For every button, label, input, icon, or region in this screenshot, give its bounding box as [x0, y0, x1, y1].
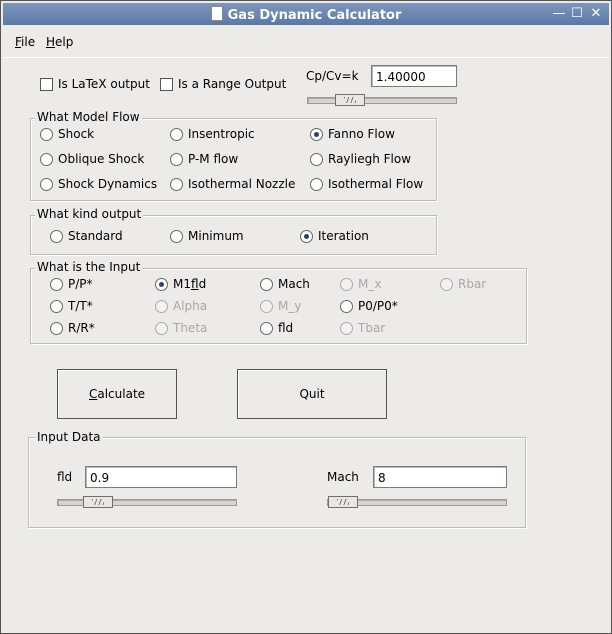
- radio-theta[interactable]: [155, 322, 168, 335]
- label-rayliegh-flow: Rayliegh Flow: [328, 152, 412, 166]
- label-pm-flow: P-M flow: [188, 152, 239, 166]
- radio-minimum[interactable]: [170, 230, 183, 243]
- radio-pm-flow[interactable]: [170, 153, 183, 166]
- label-iteration: Iteration: [318, 229, 369, 243]
- window-title-text: Gas Dynamic Calculator: [227, 8, 402, 23]
- menu-file[interactable]: File: [15, 35, 35, 49]
- quit-button[interactable]: Quit: [237, 369, 387, 419]
- label-insentropic: Insentropic: [188, 127, 255, 141]
- radio-tbar[interactable]: [340, 322, 353, 335]
- cpcv-slider-track[interactable]: [307, 97, 457, 104]
- output-kind-title: What kind output: [35, 207, 144, 221]
- model-flow-title: What Model Flow: [35, 110, 142, 124]
- radio-rbar[interactable]: [440, 278, 453, 291]
- label-theta: Theta: [173, 321, 208, 335]
- radio-mach[interactable]: [260, 278, 273, 291]
- label-r-rstar: R/R*: [68, 321, 95, 335]
- close-icon[interactable]: ✕: [588, 6, 604, 22]
- radio-isothermal-nozzle[interactable]: [170, 178, 183, 191]
- label-p-pstar: P/P*: [68, 277, 93, 291]
- label-shock: Shock: [58, 127, 95, 141]
- cpcv-label: Cp/Cv=k: [306, 69, 359, 83]
- radio-m1fld[interactable]: [155, 278, 168, 291]
- fld-slider-thumb[interactable]: [83, 496, 113, 508]
- radio-p-pstar[interactable]: [50, 278, 63, 291]
- radio-t-tstar[interactable]: [50, 300, 63, 313]
- mach-label: Mach: [327, 470, 359, 484]
- calculate-button[interactable]: Calculate: [57, 369, 177, 419]
- label-minimum: Minimum: [188, 229, 244, 243]
- radio-p0-p0star[interactable]: [340, 300, 353, 313]
- cpcv-slider-thumb[interactable]: [335, 94, 365, 106]
- label-isothermal-flow: Isothermal Flow: [328, 177, 424, 191]
- radio-shock-dynamics[interactable]: [40, 178, 53, 191]
- label-tbar: Tbar: [358, 321, 386, 335]
- label-rbar: Rbar: [458, 277, 487, 291]
- radio-m-y[interactable]: [260, 300, 273, 313]
- label-isothermal-nozzle: Isothermal Nozzle: [188, 177, 296, 191]
- radio-m-x[interactable]: [340, 278, 353, 291]
- radio-alpha[interactable]: [155, 300, 168, 313]
- label-t-tstar: T/T*: [68, 299, 93, 313]
- menu-help-label: elp: [55, 35, 74, 49]
- label-fld: fld: [278, 321, 294, 335]
- label-m-x: M_x: [358, 277, 382, 291]
- mach-input[interactable]: 8: [373, 466, 507, 488]
- maximize-icon[interactable]: ☐: [569, 6, 585, 22]
- radio-r-rstar[interactable]: [50, 322, 63, 335]
- label-fanno-flow: Fanno Flow: [328, 127, 395, 141]
- radio-rayliegh-flow[interactable]: [310, 153, 323, 166]
- calculate-label: alculate: [97, 387, 146, 401]
- input-data-title: Input Data: [35, 430, 103, 444]
- range-output-label: Is a Range Output: [178, 77, 287, 91]
- menu-help-mnemonic: H: [46, 35, 56, 49]
- label-standard: Standard: [68, 229, 123, 243]
- cpcv-input[interactable]: 1.40000: [371, 65, 457, 87]
- label-oblique-shock: Oblique Shock: [58, 152, 145, 166]
- fld-label: fld: [57, 470, 73, 484]
- latex-output-checkbox[interactable]: [40, 78, 53, 91]
- radio-standard[interactable]: [50, 230, 63, 243]
- mach-slider-thumb[interactable]: [328, 496, 358, 508]
- radio-iteration[interactable]: [300, 230, 313, 243]
- menu-help[interactable]: Help: [46, 35, 73, 49]
- label-alpha: Alpha: [173, 299, 208, 313]
- menu-bar: File Help: [3, 27, 609, 58]
- latex-output-label: Is LaTeX output: [58, 77, 150, 91]
- radio-isothermal-flow[interactable]: [310, 178, 323, 191]
- window-title: Gas Dynamic Calculator: [3, 6, 609, 23]
- title-bar[interactable]: Gas Dynamic Calculator — ☐ ✕: [3, 3, 609, 25]
- label-m-y: M_y: [278, 299, 302, 313]
- label-mach: Mach: [278, 277, 310, 291]
- fld-input[interactable]: 0.9: [85, 466, 237, 488]
- label-p0-p0star: P0/P0*: [358, 299, 398, 313]
- radio-oblique-shock[interactable]: [40, 153, 53, 166]
- radio-shock[interactable]: [40, 128, 53, 141]
- menu-file-label: ile: [21, 35, 36, 49]
- radio-insentropic[interactable]: [170, 128, 183, 141]
- app-window: Gas Dynamic Calculator — ☐ ✕ File Help I…: [0, 0, 612, 634]
- label-shock-dynamics: Shock Dynamics: [58, 177, 158, 191]
- minimize-icon[interactable]: —: [551, 6, 567, 22]
- radio-fld[interactable]: [260, 322, 273, 335]
- label-m1fld: M1fld: [173, 277, 207, 291]
- input-type-title: What is the Input: [35, 260, 143, 274]
- document-icon: [210, 6, 223, 21]
- range-output-checkbox[interactable]: [160, 78, 173, 91]
- radio-fanno-flow[interactable]: [310, 128, 323, 141]
